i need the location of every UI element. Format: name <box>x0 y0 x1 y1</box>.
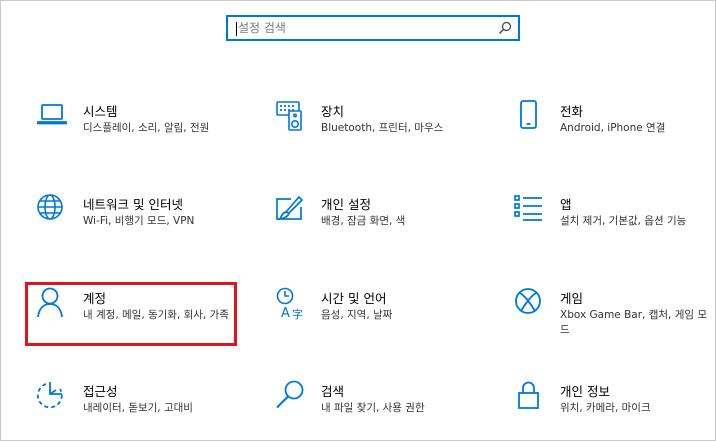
tile-description: Xbox Game Bar, 캡처, 게임 모드 <box>560 309 708 336</box>
tile-title: 시스템 <box>83 104 118 119</box>
tile-title: 개인 정보 <box>560 384 610 399</box>
tile-ease-of-access[interactable]: 접근성 내레이터, 돋보기, 고대비 <box>37 380 237 442</box>
globe-icon <box>37 193 71 227</box>
tile-title: 개인 설정 <box>321 197 371 212</box>
tile-title: 장치 <box>321 104 345 119</box>
tile-search[interactable]: 검색 내 파일 찾기, 사용 권한 <box>275 380 475 442</box>
svg-text:A: A <box>281 306 290 321</box>
tile-apps[interactable]: 앱 설치 제거, 기본값, 옵션 기능 <box>514 193 709 255</box>
tile-network[interactable]: 네트워크 및 인터넷 Wi-Fi, 비행기 모드, VPN <box>37 193 247 255</box>
tile-personalization[interactable]: 개인 설정 배경, 잠금 화면, 색 <box>275 193 475 255</box>
apps-list-icon <box>514 193 548 227</box>
tile-gaming[interactable]: 게임 Xbox Game Bar, 캡처, 게임 모드 <box>514 287 709 349</box>
tile-description: 위치, 카메라, 마이크 <box>560 402 651 414</box>
tile-system[interactable]: 시스템 디스플레이, 소리, 알림, 전원 <box>37 100 237 162</box>
tile-title: 접근성 <box>83 384 118 399</box>
tile-title: 전화 <box>560 104 584 119</box>
tile-description: 디스플레이, 소리, 알림, 전원 <box>83 122 210 134</box>
tile-title: 게임 <box>560 291 584 306</box>
xbox-icon <box>514 287 548 321</box>
ease-of-access-icon <box>37 380 71 414</box>
search-box[interactable] <box>226 15 520 41</box>
laptop-icon <box>37 100 71 134</box>
tile-description: Wi-Fi, 비행기 모드, VPN <box>83 215 195 227</box>
tile-description: 내 파일 찾기, 사용 권한 <box>321 402 425 414</box>
tile-devices[interactable]: 장치 Bluetooth, 프린터, 마우스 <box>275 100 475 162</box>
tile-title: 시간 및 언어 <box>321 291 387 306</box>
tile-description: Bluetooth, 프린터, 마우스 <box>321 122 444 134</box>
tile-title: 앱 <box>560 197 572 212</box>
tile-description: 내레이터, 돋보기, 고대비 <box>83 402 193 414</box>
keyboard-speaker-icon <box>275 100 309 134</box>
tile-description: 설치 제거, 기본값, 옵션 기능 <box>560 215 687 227</box>
tile-time-language[interactable]: A 字 시간 및 언어 음성, 지역, 날짜 <box>275 287 475 349</box>
tile-description: 음성, 지역, 날짜 <box>321 309 393 321</box>
tile-privacy[interactable]: 개인 정보 위치, 카메라, 마이크 <box>514 380 709 442</box>
text-caret <box>236 22 237 36</box>
tile-title: 네트워크 및 인터넷 <box>83 197 183 212</box>
language-icon: A 字 <box>275 287 309 321</box>
highlight-box <box>25 282 237 346</box>
lock-icon <box>514 380 548 414</box>
search-input[interactable] <box>238 19 488 37</box>
search-icon[interactable] <box>497 20 513 36</box>
search-icon <box>275 380 309 414</box>
paint-brush-icon <box>275 193 309 227</box>
svg-text:字: 字 <box>292 307 303 321</box>
tile-phone[interactable]: 전화 Android, iPhone 연결 <box>514 100 709 162</box>
tile-title: 검색 <box>321 384 345 399</box>
phone-icon <box>514 100 548 134</box>
tile-description: 배경, 잠금 화면, 색 <box>321 215 406 227</box>
tile-description: Android, iPhone 연결 <box>560 122 666 134</box>
